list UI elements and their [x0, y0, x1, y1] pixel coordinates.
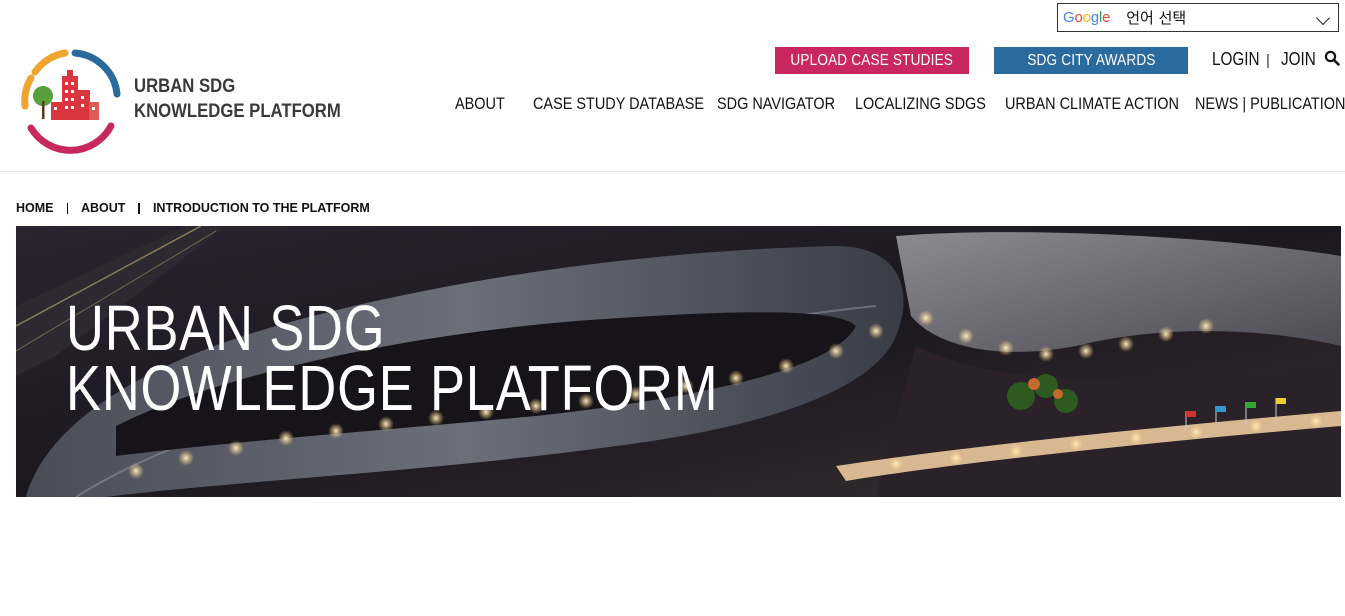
- sdg-city-awards-label: SDG CITY AWARDS: [1026, 51, 1156, 69]
- chevron-down-icon: [1315, 10, 1331, 26]
- join-link[interactable]: JOIN: [1281, 49, 1322, 70]
- logo-line-1: URBAN SDG: [134, 76, 236, 97]
- breadcrumb-separator: [66, 202, 68, 214]
- language-select[interactable]: Google 언어 선택: [1057, 3, 1339, 32]
- nav-item-label: ABOUT: [455, 94, 505, 113]
- upload-case-studies-label: UPLOAD CASE STUDIES: [790, 51, 954, 69]
- nav-item-localizing-sdgs[interactable]: LOCALIZING SDGS: [855, 94, 1009, 118]
- nav-item-label: URBAN CLIMATE ACTION: [1005, 94, 1179, 113]
- nav-item-label: LOCALIZING SDGS: [855, 94, 986, 113]
- nav-item-label: SDG NAVIGATOR: [717, 94, 836, 113]
- upload-case-studies-button[interactable]: UPLOAD CASE STUDIES: [775, 47, 969, 74]
- login-link[interactable]: LOGIN: [1212, 49, 1268, 70]
- auth-separator: |: [1266, 52, 1270, 69]
- nav-item-label: CASE STUDY DATABASE: [533, 94, 705, 113]
- site-logo[interactable]: [15, 46, 125, 154]
- breadcrumb-separator: [138, 202, 140, 214]
- breadcrumb-current: INTRODUCTION TO THE PLATFORM: [152, 201, 370, 215]
- breadcrumb-home[interactable]: HOME: [16, 201, 54, 215]
- search-icon[interactable]: [1324, 50, 1340, 66]
- join-label: JOIN: [1281, 49, 1316, 69]
- nav-item-about[interactable]: ABOUT: [455, 94, 514, 118]
- hero-title: URBAN SDG KNOWLEDGE PLATFORM: [66, 292, 719, 424]
- nav-item-case-study-database[interactable]: CASE STUDY DATABASE: [533, 94, 734, 118]
- hero-banner: URBAN SDG KNOWLEDGE PLATFORM: [16, 226, 1341, 497]
- google-logo: Google: [1063, 9, 1111, 26]
- login-label: LOGIN: [1212, 49, 1260, 69]
- site-logo-text[interactable]: URBAN SDG KNOWLEDGE PLATFORM: [134, 74, 341, 124]
- language-select-label: 언어 선택: [1126, 9, 1187, 27]
- hero-title-line-1: URBAN SDG: [66, 292, 386, 364]
- nav-item-label: NEWS | PUBLICATIONS: [1195, 94, 1345, 113]
- hero-title-line-2: KNOWLEDGE PLATFORM: [66, 352, 719, 424]
- nav-item-sdg-navigator[interactable]: SDG NAVIGATOR: [717, 94, 856, 118]
- breadcrumb: HOME ABOUT INTRODUCTION TO THE PLATFORM: [16, 200, 370, 216]
- nav-item-news-publications[interactable]: NEWS | PUBLICATIONS: [1195, 94, 1345, 118]
- sdg-city-awards-button[interactable]: SDG CITY AWARDS: [994, 47, 1188, 74]
- breadcrumb-about[interactable]: ABOUT: [81, 201, 125, 215]
- header-divider: [0, 171, 1345, 172]
- nav-item-urban-climate-action[interactable]: URBAN CLIMATE ACTION: [1005, 94, 1210, 118]
- logo-line-2: KNOWLEDGE PLATFORM: [134, 101, 341, 122]
